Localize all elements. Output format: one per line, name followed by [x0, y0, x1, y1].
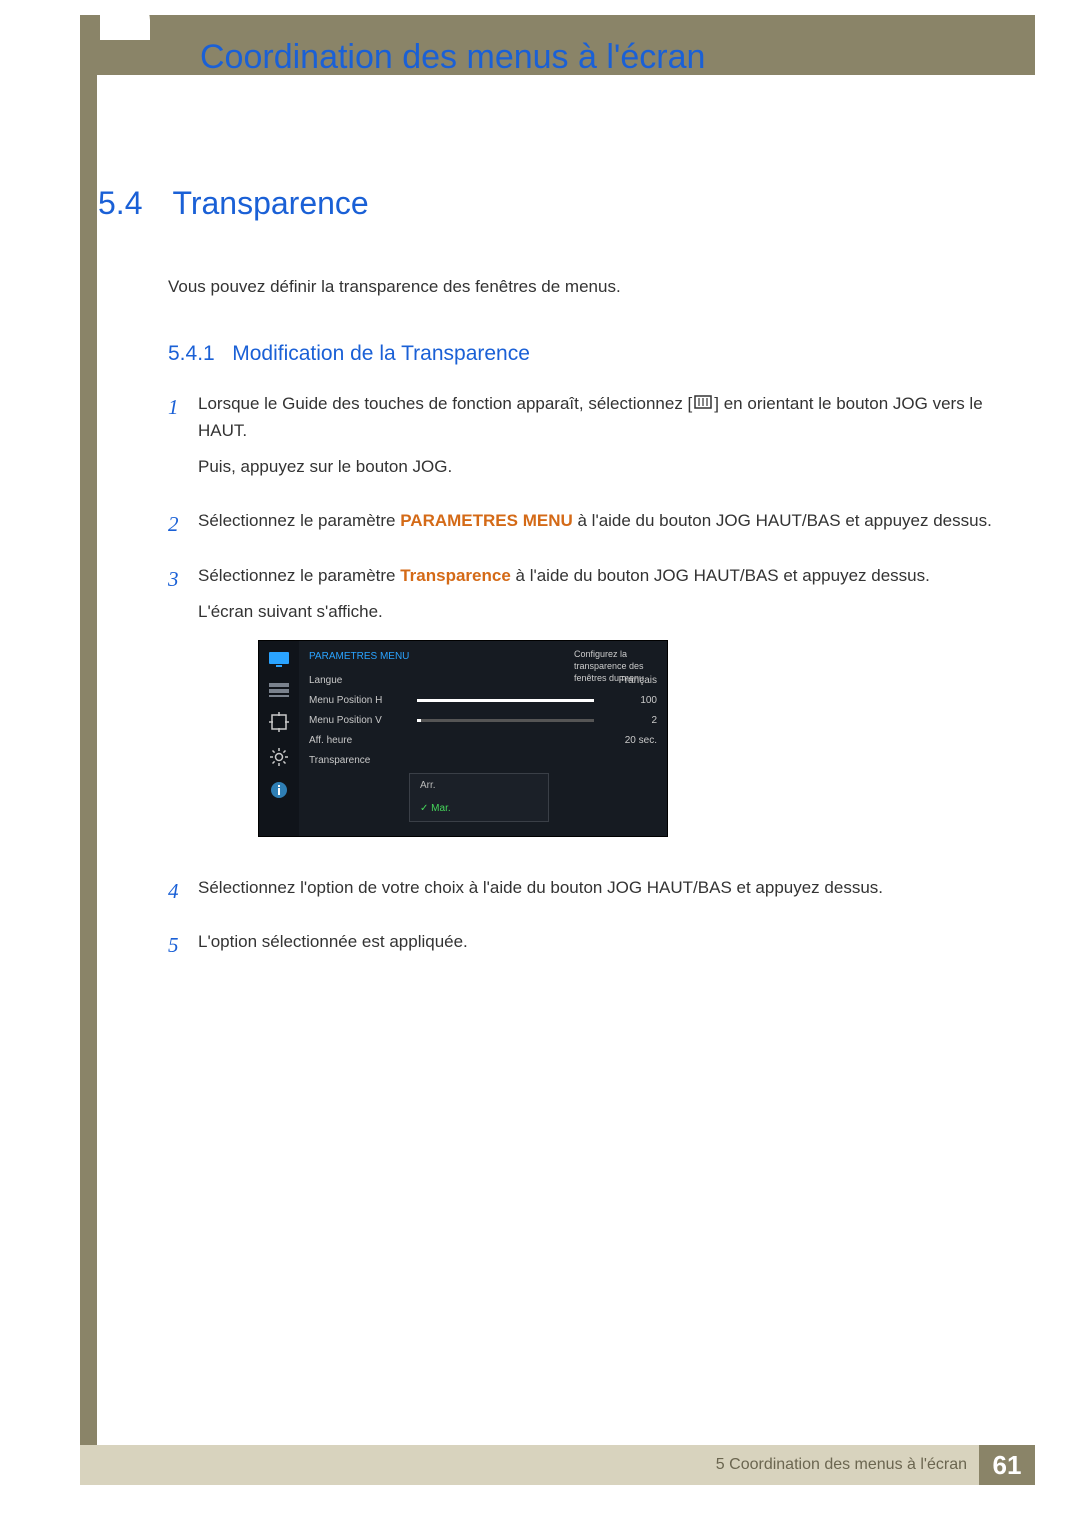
step-text: L'option sélectionnée est appliquée.	[198, 929, 1020, 955]
step-2: 2 Sélectionnez le paramètre PARAMETRES M…	[168, 508, 1020, 544]
osd-label: Aff. heure	[309, 733, 409, 749]
gear-icon	[269, 747, 289, 767]
subsection-title: Modification de la Transparence	[232, 342, 530, 365]
osd-slider	[417, 699, 594, 702]
step-4: 4 Sélectionnez l'option de votre choix à…	[168, 875, 1020, 911]
subsection-heading: 5.4.1 Modification de la Transparence	[168, 342, 1020, 366]
step-text: Puis, appuyez sur le bouton JOG.	[198, 454, 1020, 480]
step-number: 2	[168, 508, 198, 544]
osd-option-off: Arr.	[410, 774, 548, 798]
step-text: Lorsque le Guide des touches de fonction…	[198, 394, 692, 413]
osd-label: Langue	[309, 673, 409, 689]
footer-chapter-label: 5 Coordination des menus à l'écran	[716, 1456, 979, 1474]
osd-label: Menu Position V	[309, 713, 409, 729]
section-heading: 5.4 Transparence	[98, 185, 1020, 222]
section-title: Transparence	[172, 185, 368, 222]
step-number: 5	[168, 929, 198, 965]
chapter-title: Coordination des menus à l'écran	[200, 38, 705, 77]
osd-value: 20 sec.	[602, 733, 657, 749]
resize-icon	[268, 711, 290, 733]
osd-help-text: Configurez la transparence des fenêtres …	[574, 649, 659, 684]
left-sidebar-bar	[80, 15, 97, 1480]
step-number: 1	[168, 391, 198, 490]
page-content: 5.4 Transparence Vous pouvez définir la …	[98, 185, 1020, 984]
osd-sidebar	[259, 641, 299, 836]
section-intro: Vous pouvez définir la transparence des …	[168, 277, 1020, 297]
monitor-icon	[268, 651, 290, 669]
step-text: à l'aide du bouton JOG HAUT/BAS et appuy…	[511, 566, 930, 585]
osd-screenshot: PARAMETRES MENU Langue Français Menu Pos…	[258, 640, 668, 837]
list-icon	[269, 683, 289, 697]
subsection-number: 5.4.1	[168, 342, 215, 365]
footer-page-number: 61	[979, 1445, 1035, 1485]
menu-icon	[692, 391, 714, 417]
osd-main-panel: PARAMETRES MENU Langue Français Menu Pos…	[299, 641, 667, 836]
steps-list: 1 Lorsque le Guide des touches de foncti…	[168, 391, 1020, 966]
step-number: 3	[168, 563, 198, 857]
info-icon	[270, 781, 288, 799]
osd-slider	[417, 719, 594, 722]
step-text: Sélectionnez le paramètre	[198, 566, 400, 585]
osd-label: Transparence	[309, 753, 409, 769]
step-number: 4	[168, 875, 198, 911]
page-footer: 5 Coordination des menus à l'écran 61	[80, 1445, 1035, 1485]
osd-option-on-selected: Mar.	[410, 797, 548, 821]
step-text: Sélectionnez l'option de votre choix à l…	[198, 875, 1020, 901]
step-text: Sélectionnez le paramètre	[198, 511, 400, 530]
osd-row-transparence: Transparence	[309, 751, 657, 771]
step-3: 3 Sélectionnez le paramètre Transparence…	[168, 563, 1020, 857]
step-text: à l'aide du bouton JOG HAUT/BAS et appuy…	[573, 511, 992, 530]
emphasis-parametres-menu: PARAMETRES MENU	[400, 511, 573, 530]
emphasis-transparence: Transparence	[400, 566, 511, 585]
step-1: 1 Lorsque le Guide des touches de foncti…	[168, 391, 1020, 490]
osd-row-position-v: Menu Position V 2	[309, 711, 657, 731]
osd-row-aff-heure: Aff. heure 20 sec.	[309, 731, 657, 751]
osd-label: Menu Position H	[309, 693, 409, 709]
osd-row-position-h: Menu Position H 100	[309, 691, 657, 711]
osd-value: 2	[602, 713, 657, 729]
chapter-tab-shape	[100, 0, 150, 40]
step-text: L'écran suivant s'affiche.	[198, 599, 1020, 625]
osd-value: 100	[602, 693, 657, 709]
osd-dropdown: Arr. Mar.	[409, 773, 549, 822]
step-5: 5 L'option sélectionnée est appliquée.	[168, 929, 1020, 965]
section-number: 5.4	[98, 185, 168, 222]
